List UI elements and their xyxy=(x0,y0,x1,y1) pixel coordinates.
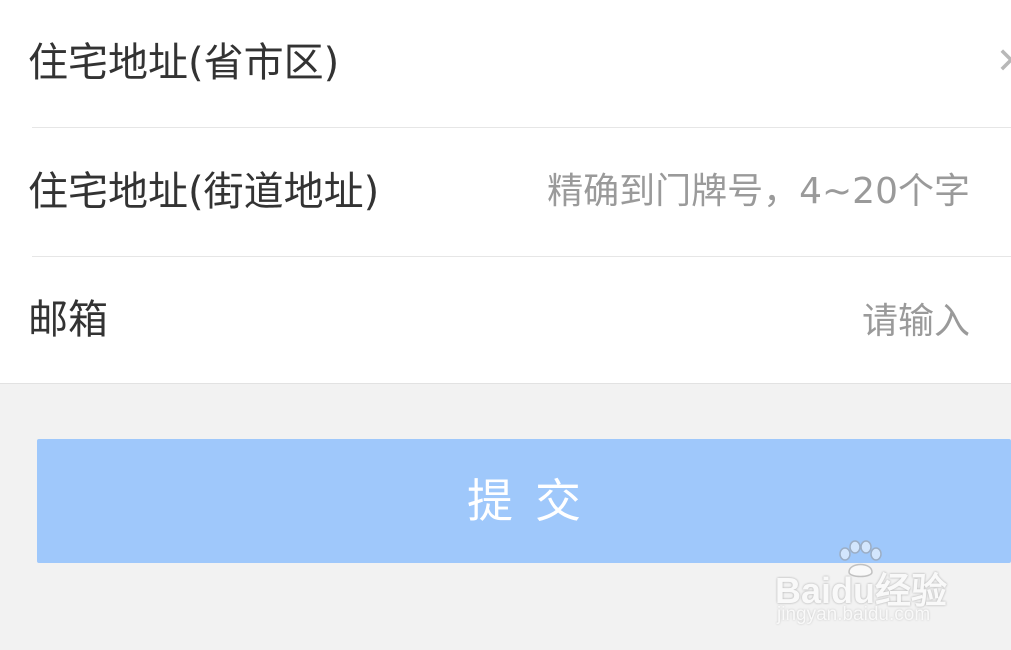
street-input[interactable] xyxy=(450,163,970,219)
baidu-jingyan-watermark: Baidu经验 jingyan.baidu.com xyxy=(775,540,960,630)
watermark-url: jingyan.baidu.com xyxy=(777,604,931,625)
address-form: 住宅地址(省市区) ✕ 住宅地址(街道地址) 邮箱 xyxy=(0,0,1011,384)
close-icon[interactable]: ✕ xyxy=(996,44,1011,80)
email-label: 邮箱 xyxy=(28,297,108,343)
street-label: 住宅地址(街道地址) xyxy=(28,169,380,215)
form-row-street[interactable]: 住宅地址(街道地址) xyxy=(0,128,1011,256)
email-input[interactable] xyxy=(500,293,970,349)
region-label: 住宅地址(省市区) xyxy=(28,40,340,86)
region-input[interactable] xyxy=(500,36,980,92)
form-row-email[interactable]: 邮箱 xyxy=(0,256,1011,384)
form-row-region[interactable]: 住宅地址(省市区) ✕ xyxy=(0,0,1011,128)
